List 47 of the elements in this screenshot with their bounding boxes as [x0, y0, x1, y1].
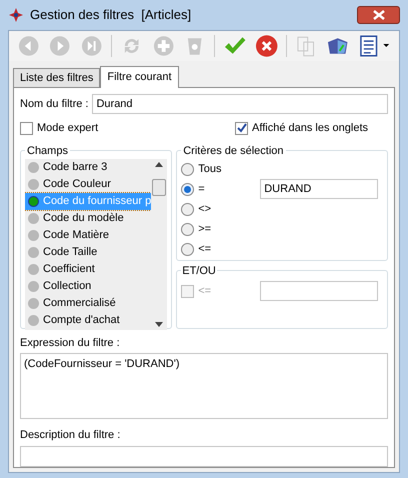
- radio-label: Tous: [198, 162, 222, 177]
- group-title: Champs: [26, 144, 69, 158]
- scrollbar[interactable]: [151, 159, 168, 330]
- checkbox-label: <=: [198, 284, 212, 299]
- radio-button[interactable]: [181, 202, 194, 216]
- field-label: Nom du filtre :: [20, 96, 88, 112]
- value-field[interactable]: [260, 281, 378, 301]
- list-item[interactable]: Compte d'achat: [25, 312, 152, 329]
- list-item[interactable]: Code Taille: [25, 244, 152, 261]
- radio-button[interactable]: [181, 222, 194, 236]
- radio-label: =: [198, 182, 206, 197]
- expression-field[interactable]: (CodeFournisseur = 'DURAND'): [20, 353, 388, 419]
- group-title: Critères de sélection: [182, 144, 285, 158]
- window-title: Gestion des filtres [Articles]: [30, 6, 192, 24]
- tab[interactable]: Filtre courant: [100, 66, 179, 88]
- checkbox-label: Affiché dans les onglets: [252, 121, 368, 136]
- app-logo-icon: [8, 7, 24, 23]
- description-field[interactable]: [20, 446, 388, 466]
- list-item[interactable]: Coefficient: [25, 261, 152, 278]
- list-menu-icon[interactable]: [358, 34, 391, 58]
- radio-button[interactable]: [181, 162, 194, 176]
- list-item[interactable]: Code Couleur: [25, 176, 152, 193]
- radio-label: >=: [198, 222, 212, 237]
- list-item[interactable]: Code Matière: [25, 227, 152, 244]
- field-label: Expression du filtre :: [20, 336, 121, 350]
- close-button[interactable]: [357, 6, 400, 24]
- radio-button[interactable]: [181, 242, 194, 256]
- list-item[interactable]: Code barre 3: [25, 159, 152, 176]
- radio-button[interactable]: [181, 182, 194, 196]
- list-item[interactable]: Code du modèle: [25, 210, 152, 227]
- radio-label: <=: [198, 242, 212, 257]
- tab[interactable]: Liste des filtres: [13, 68, 100, 87]
- checkbox[interactable]: [235, 122, 248, 135]
- checkbox[interactable]: [20, 122, 33, 135]
- list-item[interactable]: Collection: [25, 278, 152, 295]
- scroll-down-icon[interactable]: [155, 322, 164, 327]
- checkbox-label: Mode expert: [37, 121, 98, 136]
- field-label: Description du filtre :: [20, 428, 122, 443]
- scroll-thumb[interactable]: [152, 179, 166, 196]
- name-field[interactable]: Durand: [92, 94, 388, 114]
- group-title: ET/OU: [181, 264, 217, 278]
- value-field[interactable]: DURAND: [260, 179, 378, 199]
- list-item[interactable]: Commercialisé: [25, 295, 152, 312]
- cancel-icon[interactable]: [254, 34, 278, 58]
- radio-label: <>: [198, 202, 212, 217]
- scroll-up-icon[interactable]: [155, 162, 164, 167]
- close-icon: [372, 10, 384, 20]
